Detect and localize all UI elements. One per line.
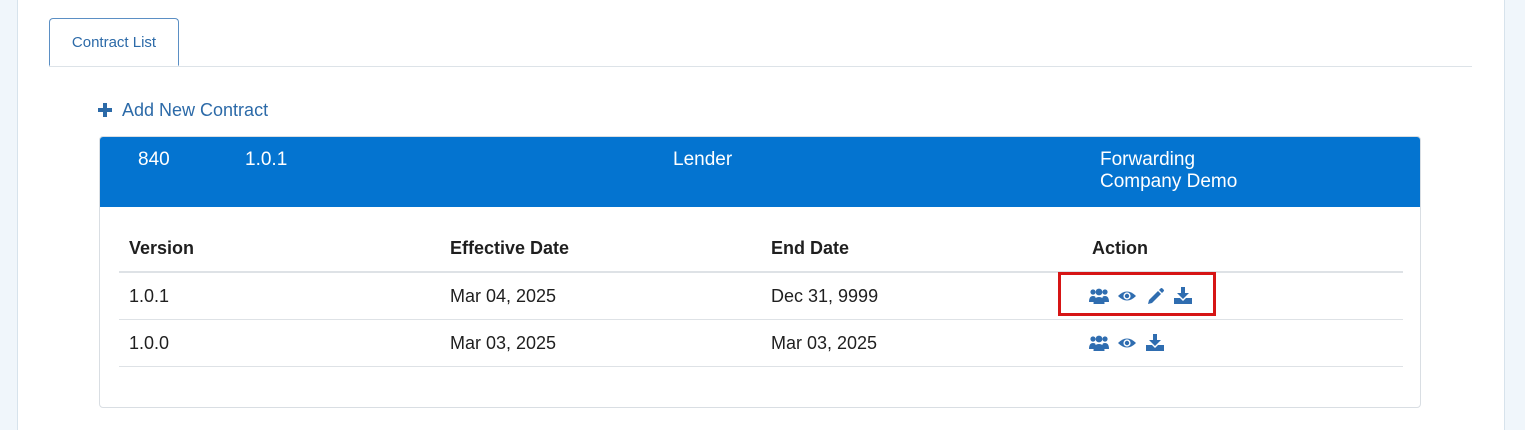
table-header-row: Version Effective Date End Date Action (119, 232, 1403, 273)
contract-header[interactable]: 840 1.0.1 Lender Forwarding Company Demo (100, 137, 1420, 207)
column-header-version: Version (129, 238, 195, 258)
download-icon[interactable] (1145, 334, 1165, 352)
add-new-contract-label: Add New Contract (122, 99, 269, 120)
column-header-effective-date: Effective Date (450, 238, 570, 258)
row-actions (1089, 320, 1165, 366)
effective-date-cell: Mar 03, 2025 (450, 333, 557, 353)
version-cell: 1.0.1 (129, 286, 170, 306)
table-row: 1.0.0 Mar 03, 2025 Mar 03, 2025 (119, 320, 1403, 367)
end-date-cell: Mar 03, 2025 (771, 333, 878, 353)
add-new-contract-link[interactable]: Add New Contract (98, 98, 268, 122)
column-header-action: Action (1092, 238, 1148, 258)
column-header-end-date: End Date (771, 238, 850, 258)
plus-icon (98, 103, 112, 117)
contract-version: 1.0.1 (245, 149, 288, 170)
eye-icon[interactable] (1117, 334, 1137, 352)
tab-contract-list[interactable]: Contract List (49, 18, 179, 66)
actions-highlight-box (1058, 272, 1216, 316)
contract-role: Lender (673, 149, 733, 170)
tabs-divider (49, 66, 1472, 67)
contract-company: Forwarding Company Demo (1100, 149, 1238, 192)
end-date-cell: Dec 31, 9999 (771, 286, 879, 306)
contract-panel: 840 1.0.1 Lender Forwarding Company Demo… (99, 136, 1421, 408)
contract-id: 840 (138, 149, 170, 170)
effective-date-cell: Mar 04, 2025 (450, 286, 557, 306)
users-icon[interactable] (1089, 334, 1109, 352)
version-cell: 1.0.0 (129, 333, 170, 353)
